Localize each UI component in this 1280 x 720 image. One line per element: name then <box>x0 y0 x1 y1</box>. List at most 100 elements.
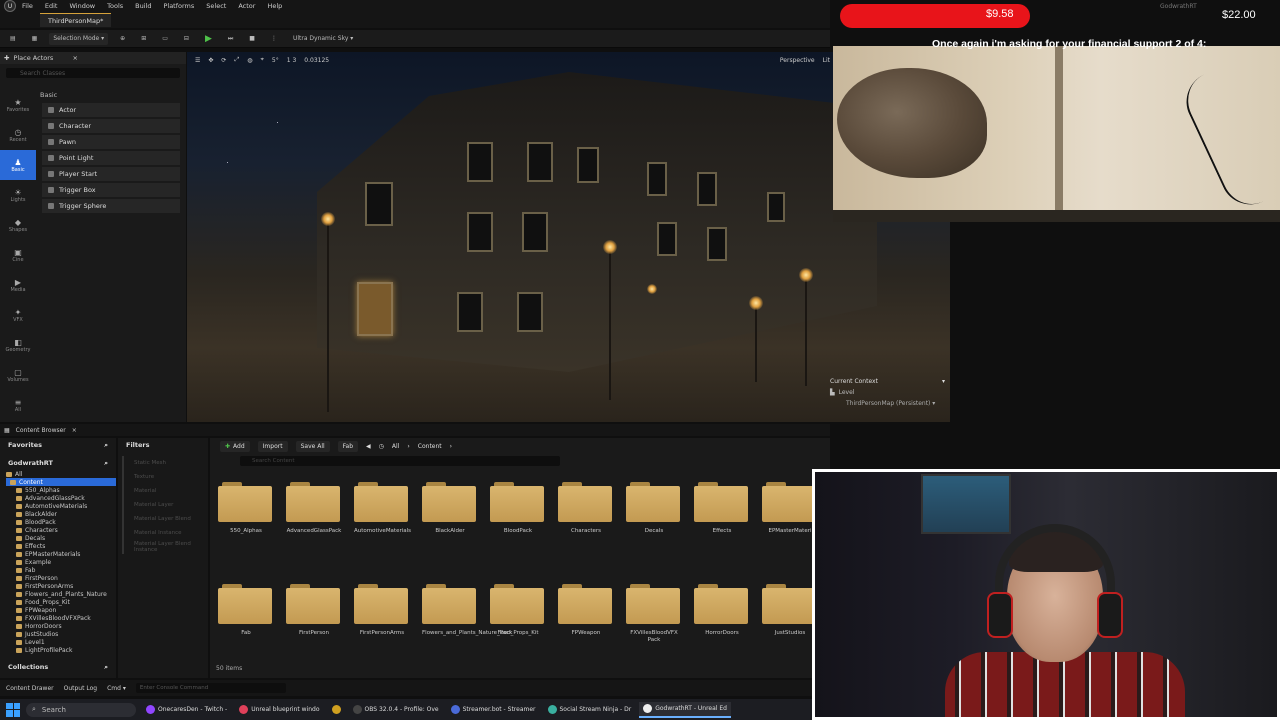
taskbar-app[interactable]: GodwrathRT - Unreal Ed <box>639 701 731 718</box>
actor-item[interactable]: Character <box>42 119 180 133</box>
category-tab-cine[interactable]: ▣ Cine <box>0 240 36 270</box>
tree-item[interactable]: FPWeapon <box>6 606 116 614</box>
folder-icon[interactable]: ▦ <box>28 33 42 45</box>
menu-actor[interactable]: Actor <box>238 2 255 10</box>
category-tab-geometry[interactable]: ◧ Geometry <box>0 330 36 360</box>
tree-item[interactable]: HorrorDoors <box>6 622 116 630</box>
perspective-button[interactable]: Perspective <box>780 57 815 64</box>
tree-item[interactable]: Effects <box>6 542 116 550</box>
surface-snap-icon[interactable]: ⌖ <box>261 56 264 64</box>
filter-item[interactable]: Texture <box>122 470 204 484</box>
filter-item[interactable]: Static Mesh <box>122 456 204 470</box>
tree-item[interactable]: Example <box>6 558 116 566</box>
folder-tile[interactable]: HorrorDoors <box>694 584 750 637</box>
folder-tile[interactable]: BlackAlder <box>422 482 478 535</box>
tree-item[interactable]: Level1 <box>6 638 116 646</box>
translate-icon[interactable]: ✥ <box>208 57 213 64</box>
back-icon[interactable]: ◀ <box>366 443 371 450</box>
tree-item[interactable]: JustStudios <box>6 630 116 638</box>
stop-icon[interactable]: ■ <box>245 33 259 45</box>
chevron-down-icon[interactable]: ▾ <box>942 378 945 385</box>
actor-item[interactable]: Point Light <box>42 151 180 165</box>
tree-item[interactable]: AdvancedGlassPack <box>6 494 116 502</box>
folder-tile[interactable]: EPMasterMateri <box>762 482 818 535</box>
tree-item[interactable]: FXVillesBloodVFXPack <box>6 614 116 622</box>
search-icon[interactable]: ⌕ <box>104 663 108 672</box>
filter-item[interactable]: Material Layer <box>122 498 204 512</box>
cmd-dropdown[interactable]: Cmd ▾ <box>107 685 126 692</box>
play-icon[interactable]: ▶ <box>201 33 216 45</box>
ultra-dynamic-sky-button[interactable]: Ultra Dynamic Sky ▾ <box>289 33 357 45</box>
save-all-button[interactable]: Save All <box>295 440 330 452</box>
tree-item[interactable]: LightProfilePack <box>6 646 116 654</box>
add-actor-icon[interactable]: ⊕ <box>116 33 129 45</box>
close-icon[interactable]: × <box>72 427 77 434</box>
tree-item[interactable]: All <box>6 470 116 478</box>
menu-platforms[interactable]: Platforms <box>163 2 194 10</box>
folder-tile[interactable]: AutomotiveMaterials <box>354 482 411 535</box>
menu-file[interactable]: File <box>22 2 33 10</box>
folder-tile[interactable]: Fab <box>218 584 274 637</box>
path-content[interactable]: Content <box>418 443 442 450</box>
scale-snap-readout[interactable]: 1 3 <box>287 57 297 64</box>
tree-item[interactable]: Flowers_and_Plants_Nature <box>6 590 116 598</box>
favorites-header[interactable]: Favorites ⌕ <box>0 438 116 452</box>
history-icon[interactable]: ◷ <box>379 443 384 450</box>
content-browser-tab[interactable]: Content Browser <box>16 427 66 434</box>
folder-tile[interactable]: Effects <box>694 482 750 535</box>
path-all[interactable]: All <box>392 443 399 450</box>
build-icon[interactable]: ⊟ <box>180 33 193 45</box>
hamburger-icon[interactable]: ☰ <box>195 57 200 64</box>
folder-tile[interactable]: 550_Alphas <box>218 482 274 535</box>
folder-tile[interactable]: FPWeapon <box>558 584 614 637</box>
folder-tile[interactable]: FirstPersonArms <box>354 584 410 637</box>
category-tab-media[interactable]: ▶ Media <box>0 270 36 300</box>
actor-item[interactable]: Pawn <box>42 135 180 149</box>
folder-tile[interactable]: AdvancedGlassPack <box>286 482 342 535</box>
menu-edit[interactable]: Edit <box>45 2 58 10</box>
filter-item[interactable]: Material Instance <box>122 526 204 540</box>
filter-item[interactable]: Material Layer Blend Instance <box>122 540 204 554</box>
filter-item[interactable]: Material <box>122 484 204 498</box>
category-tab-basic[interactable]: ♟ Basic <box>0 150 36 180</box>
category-tab-recent[interactable]: ◷ Recent <box>0 120 36 150</box>
category-tab-lights[interactable]: ☀ Lights <box>0 180 36 210</box>
tree-item[interactable]: FirstPerson <box>6 574 116 582</box>
project-header[interactable]: GodwrathRT ⌕ <box>0 456 116 470</box>
taskbar-search[interactable]: ⌕ Search <box>26 702 136 717</box>
import-button[interactable]: Import <box>257 440 288 452</box>
tree-item[interactable]: 550_Alphas <box>6 486 116 494</box>
folder-tile[interactable]: Food_Props_Kit <box>490 584 546 637</box>
actor-item[interactable]: Trigger Sphere <box>42 199 180 213</box>
close-icon[interactable]: × <box>73 54 78 62</box>
actor-item[interactable]: Actor <box>42 103 180 117</box>
add-button[interactable]: ✚ Add <box>220 440 250 452</box>
fab-button[interactable]: Fab <box>337 440 359 452</box>
tree-item[interactable]: Characters <box>6 526 116 534</box>
skip-icon[interactable]: ⏭ <box>224 33 237 45</box>
unreal-logo-icon[interactable]: U <box>4 0 16 12</box>
output-log-button[interactable]: Output Log <box>64 685 97 692</box>
category-tab-vfx[interactable]: ✦ VFX <box>0 300 36 330</box>
folder-tile[interactable]: BloodPack <box>490 482 546 535</box>
menu-window[interactable]: Window <box>69 2 95 10</box>
tree-item[interactable]: Fab <box>6 566 116 574</box>
map-tab[interactable]: ThirdPersonMap* <box>40 13 112 27</box>
place-actors-search[interactable]: Search Classes <box>6 68 180 78</box>
search-icon[interactable]: ⌕ <box>104 441 108 450</box>
tree-item[interactable]: EPMasterMaterials <box>6 550 116 558</box>
tree-item[interactable]: AutomotiveMaterials <box>6 502 116 510</box>
taskbar-app[interactable]: OnecaresDen - Twitch - <box>142 702 231 718</box>
category-tab-shapes[interactable]: ◆ Shapes <box>0 210 36 240</box>
level-dropdown[interactable]: ThirdPersonMap (Persistent) ▾ <box>846 400 945 407</box>
folder-tile[interactable]: Characters <box>558 482 614 535</box>
actor-item[interactable]: Trigger Box <box>42 183 180 197</box>
taskbar-app[interactable] <box>328 702 345 718</box>
grid-snap-readout[interactable]: 5° <box>272 57 279 64</box>
menu-tools[interactable]: Tools <box>107 2 123 10</box>
tree-item[interactable]: Decals <box>6 534 116 542</box>
taskbar-app[interactable]: Streamer.bot - Streamer <box>447 702 540 718</box>
filter-item[interactable]: Material Layer Blend <box>122 512 204 526</box>
taskbar-app[interactable]: Unreal blueprint windo <box>235 702 323 718</box>
folder-tile[interactable]: Decals <box>626 482 682 535</box>
